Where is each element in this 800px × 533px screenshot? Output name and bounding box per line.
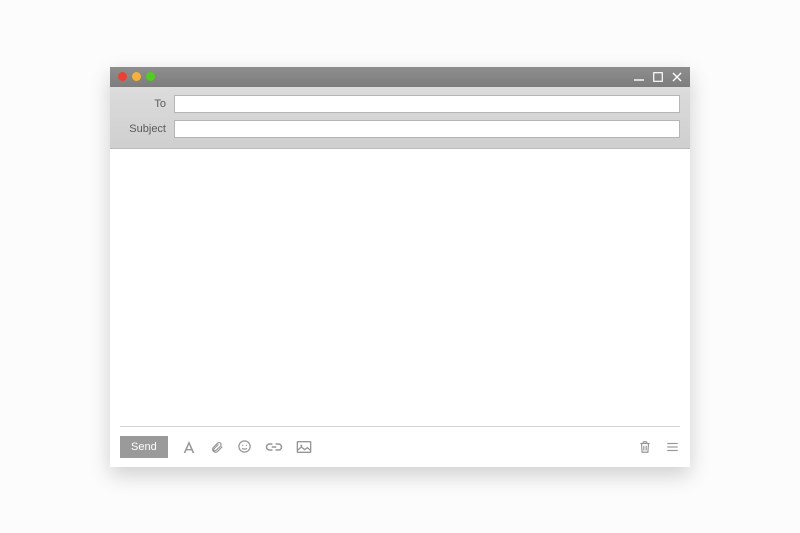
font-format-icon[interactable]: [181, 439, 197, 455]
to-label: To: [120, 98, 166, 110]
header-fields: To Subject: [110, 87, 690, 149]
to-row: To: [120, 95, 680, 113]
body-container: Send: [110, 149, 690, 467]
subject-input[interactable]: [174, 120, 680, 138]
subject-row: Subject: [120, 120, 680, 138]
close-window-button[interactable]: [118, 72, 127, 81]
minimize-window-button[interactable]: [132, 72, 141, 81]
image-icon[interactable]: [296, 440, 312, 454]
close-icon[interactable]: [672, 72, 682, 82]
subject-label: Subject: [120, 123, 166, 135]
message-body[interactable]: [110, 149, 690, 426]
restore-icon[interactable]: [653, 72, 663, 82]
maximize-window-button[interactable]: [146, 72, 155, 81]
trash-icon[interactable]: [638, 439, 652, 455]
attachment-icon[interactable]: [210, 439, 224, 455]
minimize-icon[interactable]: [634, 72, 644, 82]
compose-window: To Subject Send: [110, 67, 690, 467]
toolbar: Send: [110, 427, 690, 467]
titlebar: [110, 67, 690, 87]
window-controls: [634, 72, 682, 82]
to-input[interactable]: [174, 95, 680, 113]
send-button[interactable]: Send: [120, 436, 168, 458]
emoji-icon[interactable]: [237, 439, 252, 454]
traffic-lights: [118, 72, 155, 81]
menu-icon[interactable]: [665, 440, 680, 454]
link-icon[interactable]: [265, 442, 283, 452]
